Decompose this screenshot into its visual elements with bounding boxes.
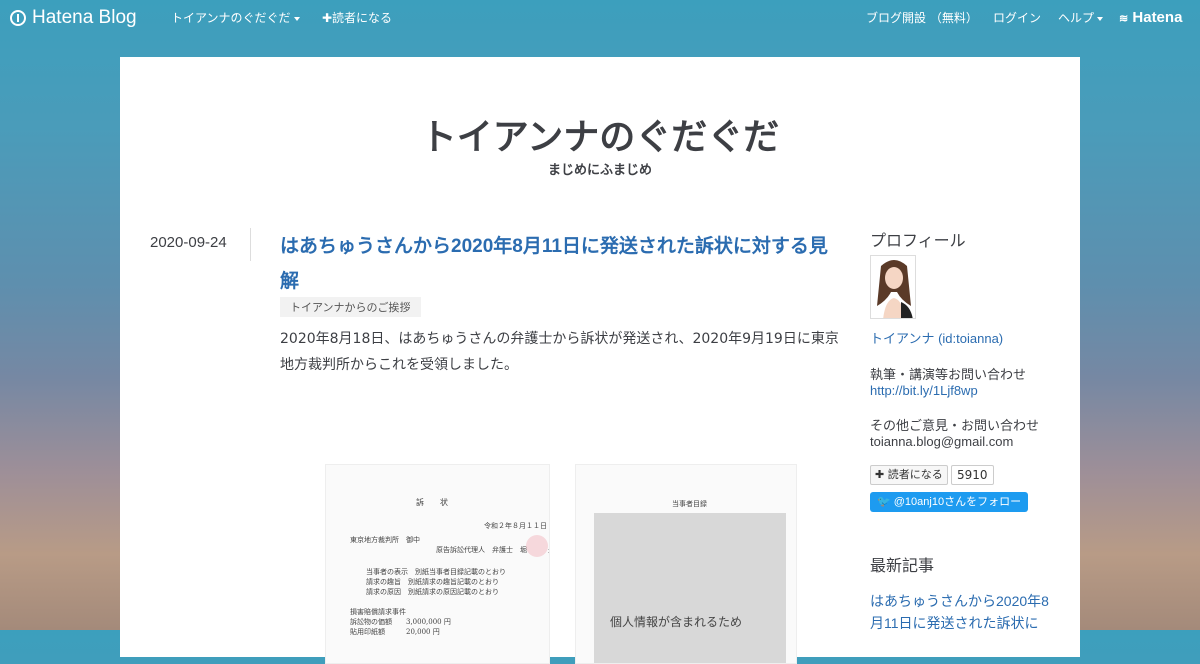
blog-menu[interactable]: トイアンナのぐだぐだ (171, 0, 300, 36)
contact-writing-label: 執筆・講演等お問い合わせ (870, 367, 1027, 382)
chevron-down-icon (1097, 16, 1104, 21)
redaction-notice: 個人情報が含まれるため (610, 615, 743, 629)
profile-heading: プロフィール (870, 231, 966, 250)
party-list-document-image: 当事者目録 個人情報が含まれるため (575, 464, 797, 664)
doc-court: 東京地方裁判所 御中 (350, 536, 420, 544)
recent-posts-heading: 最新記事 (870, 556, 935, 575)
subscriber-count: 5910 (951, 465, 994, 485)
hatena-logo-icon (10, 10, 26, 26)
doc-date: 令和２年８月１１日 (484, 522, 547, 530)
contact-other-label: その他ご意見・お問い合わせ (870, 418, 1040, 433)
entry-category[interactable]: トイアンナからのご挨拶 (280, 297, 421, 317)
avatar[interactable] (870, 255, 916, 319)
blog-title[interactable]: トイアンナのぐだぐだ (120, 108, 1080, 160)
entry-body: 2020年8月18日、はあちゅうさんの弁護士から訴状が発送され、2020年9月1… (280, 331, 839, 373)
global-header: Hatena Blog トイアンナのぐだぐだ ✚読者になる ブログ開設 （無料）… (0, 0, 1200, 38)
doc-row: 当事者の表示 別紙当事者目録記載のとおり (366, 568, 506, 576)
redaction-box: 個人情報が含まれるため (594, 513, 786, 663)
subscribe-button[interactable]: ✚ 読者になる (870, 465, 948, 485)
blog-page: トイアンナのぐだぐだ まじめにふまじめ 2020-09-24 はあちゅうさんから… (120, 57, 1080, 664)
recent-post-link[interactable]: はあちゅうさんから2020年8月11日に発送された訴状に (870, 590, 1055, 634)
chevron-down-icon (293, 16, 300, 21)
contact-email: toianna.blog@gmail.com (870, 434, 1014, 449)
complaint-document-image: 訴 状 令和２年８月１１日 東京地方裁判所 御中 原告訴訟代理人 弁護士 堀 光… (325, 464, 550, 664)
doc2-heading: 当事者目録 (672, 500, 707, 508)
hatena-logo-text: Hatena (1132, 9, 1183, 26)
logo-text: Hatena Blog (32, 7, 137, 28)
doc-row: 請求の趣旨 別紙請求の趣旨記載のとおり (366, 578, 499, 586)
hatena-logo[interactable]: ≋ Hatena (1119, 0, 1182, 36)
twitter-bird-icon: 🐦 (877, 496, 891, 508)
login-link[interactable]: ログイン (993, 0, 1041, 36)
help-label: ヘルプ (1058, 11, 1095, 25)
blog-description: まじめにふまじめ (547, 163, 652, 178)
help-menu[interactable]: ヘルプ (1058, 0, 1104, 36)
hatena-blog-logo[interactable]: Hatena Blog (10, 0, 137, 36)
doc-case: 損害賠償請求事件 (350, 608, 406, 616)
hatena-bird-icon: ≋ (1119, 13, 1129, 25)
entry-title[interactable]: はあちゅうさんから2020年8月11日に発送された訴状に対する見解 (280, 229, 840, 299)
doc-amount: 訴訟物の価額 3,000,000 円 (350, 618, 451, 626)
contact-writing-link[interactable]: http://bit.ly/1Ljf8wp (870, 383, 978, 398)
twitter-follow-label: @10anj10さんをフォロー (893, 496, 1022, 508)
seal-stamp (526, 535, 548, 557)
doc-row: 請求の原因 別紙請求の原因記載のとおり (366, 588, 499, 596)
open-blog-link[interactable]: ブログ開設 （無料） (866, 0, 978, 36)
profile-name-link[interactable]: トイアンナ (id:toianna) (870, 328, 1003, 347)
date-divider (250, 228, 251, 261)
avatar-illustration (871, 256, 915, 318)
doc-heading: 訴 状 (416, 498, 448, 507)
blog-menu-label: トイアンナのぐだぐだ (171, 11, 291, 25)
doc-fee: 貼用印紙額 20,000 円 (350, 628, 440, 636)
entry-date[interactable]: 2020-09-24 (150, 234, 227, 251)
twitter-follow-button[interactable]: 🐦 @10anj10さんをフォロー (870, 492, 1029, 512)
subscribe-link[interactable]: ✚読者になる (322, 0, 392, 36)
